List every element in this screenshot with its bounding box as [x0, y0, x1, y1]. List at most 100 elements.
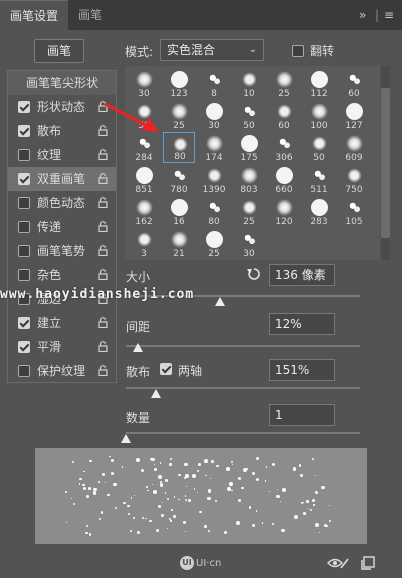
brush-tip-cell[interactable]: 25 — [268, 68, 300, 99]
brush-tip-shape — [276, 135, 293, 152]
sidebar-item[interactable]: 平滑 — [8, 335, 116, 359]
scatter-slider-knob[interactable] — [151, 389, 162, 398]
brush-tip-cell[interactable]: 25 — [163, 100, 195, 131]
sidebar-item-checkbox[interactable] — [18, 317, 30, 329]
preview-dot — [171, 509, 173, 512]
sidebar-item[interactable]: 纹理 — [8, 143, 116, 167]
tab-brush[interactable]: 画笔 — [78, 0, 102, 30]
brush-presets-button[interactable]: 画笔 — [34, 39, 84, 63]
size-field[interactable]: 136 像素 — [269, 264, 335, 286]
preview-dot — [315, 474, 317, 476]
brush-tip-cell[interactable]: 123 — [163, 68, 195, 99]
sidebar-item[interactable]: 画笔笔势 — [8, 239, 116, 263]
sidebar-item[interactable]: 建立 — [8, 311, 116, 335]
sidebar-item[interactable]: 画笔笔尖形状 — [8, 71, 116, 95]
sidebar-item-checkbox[interactable] — [18, 245, 30, 257]
brush-tip-cell[interactable]: 21 — [163, 228, 195, 259]
brush-tip-cell[interactable]: 8 — [198, 68, 230, 99]
preview-dot — [78, 483, 81, 486]
grid-scrollbar-thumb[interactable] — [381, 88, 390, 238]
both-axes-checkbox[interactable] — [160, 363, 172, 375]
sidebar-item-checkbox[interactable] — [18, 149, 30, 161]
brush-tip-cell[interactable]: 511 — [303, 164, 335, 195]
brush-tip-cell[interactable]: 80 — [163, 132, 195, 163]
sidebar-item-checkbox[interactable] — [18, 221, 30, 233]
brush-tip-cell[interactable]: 127 — [338, 100, 370, 131]
preview-dot — [205, 474, 207, 476]
mode-select[interactable]: 实色混合 ⌄ — [160, 39, 264, 61]
preview-dot — [277, 489, 279, 491]
sidebar-item[interactable]: 保护纹理 — [8, 359, 116, 383]
brush-tip-cell[interactable]: 25 — [233, 196, 265, 227]
brush-tip-cell[interactable]: 105 — [338, 196, 370, 227]
sidebar-item[interactable]: 形状动态 — [8, 95, 116, 119]
spacing-field[interactable]: 12% — [269, 313, 335, 335]
brush-tip-cell[interactable]: 60 — [338, 68, 370, 99]
new-preset-icon[interactable] — [361, 556, 375, 570]
brush-tip-cell[interactable]: 16 — [163, 196, 195, 227]
brush-tip-cell[interactable]: 30 — [198, 100, 230, 131]
count-slider[interactable] — [126, 432, 360, 434]
brush-tip-cell[interactable]: 175 — [233, 132, 265, 163]
brush-tip-cell[interactable]: 284 — [128, 132, 160, 163]
menu-icon[interactable]: ≡ — [384, 0, 394, 30]
sidebar-item-checkbox[interactable] — [18, 125, 30, 137]
lock-icon[interactable] — [98, 317, 108, 328]
brush-tip-cell[interactable]: 750 — [338, 164, 370, 195]
brush-tip-cell[interactable]: 174 — [198, 132, 230, 163]
spacing-slider-knob[interactable] — [132, 343, 143, 352]
brush-tip-cell[interactable]: 100 — [303, 100, 335, 131]
brush-tip-cell[interactable]: 3 — [128, 228, 160, 259]
brush-tip-size: 851 — [135, 185, 153, 195]
sidebar-item[interactable]: 杂色 — [8, 263, 116, 287]
brush-tip-cell[interactable]: 25 — [198, 228, 230, 259]
brush-tip-cell[interactable]: 80 — [198, 196, 230, 227]
brush-tip-cell[interactable]: 50 — [303, 132, 335, 163]
sidebar-item[interactable]: 传递 — [8, 215, 116, 239]
brush-tip-size: 50 — [243, 121, 255, 131]
brush-tip-cell[interactable]: 803 — [233, 164, 265, 195]
lock-icon[interactable] — [98, 197, 108, 208]
lock-icon[interactable] — [98, 341, 108, 352]
brush-tip-cell[interactable]: 120 — [268, 196, 300, 227]
sidebar-item-checkbox[interactable] — [18, 101, 30, 113]
lock-icon[interactable] — [98, 149, 108, 160]
brush-tip-cell[interactable]: 609 — [338, 132, 370, 163]
brush-tip-cell[interactable]: 283 — [303, 196, 335, 227]
brush-tip-cell[interactable]: 60 — [268, 100, 300, 131]
brush-tip-cell[interactable]: 112 — [303, 68, 335, 99]
lock-icon[interactable] — [98, 221, 108, 232]
scatter-field[interactable]: 151% — [269, 359, 335, 381]
brush-tip-cell[interactable]: 306 — [268, 132, 300, 163]
count-slider-knob[interactable] — [121, 434, 131, 443]
lock-icon[interactable] — [98, 173, 108, 184]
flip-checkbox[interactable] — [292, 45, 304, 57]
sidebar-item[interactable]: 散布 — [8, 119, 116, 143]
sidebar-item[interactable]: 颜色动态 — [8, 191, 116, 215]
spacing-slider[interactable] — [126, 345, 360, 347]
brush-tip-cell[interactable]: 30 — [233, 228, 265, 259]
brush-tip-cell[interactable]: 660 — [268, 164, 300, 195]
sidebar-item-checkbox[interactable] — [18, 365, 30, 377]
count-field[interactable]: 1 — [269, 404, 335, 426]
brush-tip-cell[interactable]: 1390 — [198, 164, 230, 195]
lock-icon[interactable] — [98, 245, 108, 256]
brush-tip-cell[interactable]: 30 — [128, 68, 160, 99]
eye-brush-icon[interactable] — [327, 556, 349, 570]
reset-size-icon[interactable] — [247, 267, 261, 281]
flip-toggle[interactable]: 翻转 — [292, 42, 334, 59]
sidebar-item-checkbox[interactable] — [18, 269, 30, 281]
lock-icon[interactable] — [98, 269, 108, 280]
sidebar-item-checkbox[interactable] — [18, 173, 30, 185]
sidebar-item[interactable]: 双重画笔 — [8, 167, 116, 191]
brush-tip-cell[interactable]: 780 — [163, 164, 195, 195]
lock-icon[interactable] — [98, 365, 108, 376]
sidebar-item-checkbox[interactable] — [18, 197, 30, 209]
brush-tip-cell[interactable]: 162 — [128, 196, 160, 227]
sidebar-item-checkbox[interactable] — [18, 341, 30, 353]
brush-tip-cell[interactable]: 851 — [128, 164, 160, 195]
brush-tip-cell[interactable]: 50 — [233, 100, 265, 131]
tab-brush-settings[interactable]: 画笔设置 — [0, 0, 68, 30]
brush-tip-cell[interactable]: 10 — [233, 68, 265, 99]
double-chevron-right-icon[interactable]: » — [359, 0, 366, 30]
